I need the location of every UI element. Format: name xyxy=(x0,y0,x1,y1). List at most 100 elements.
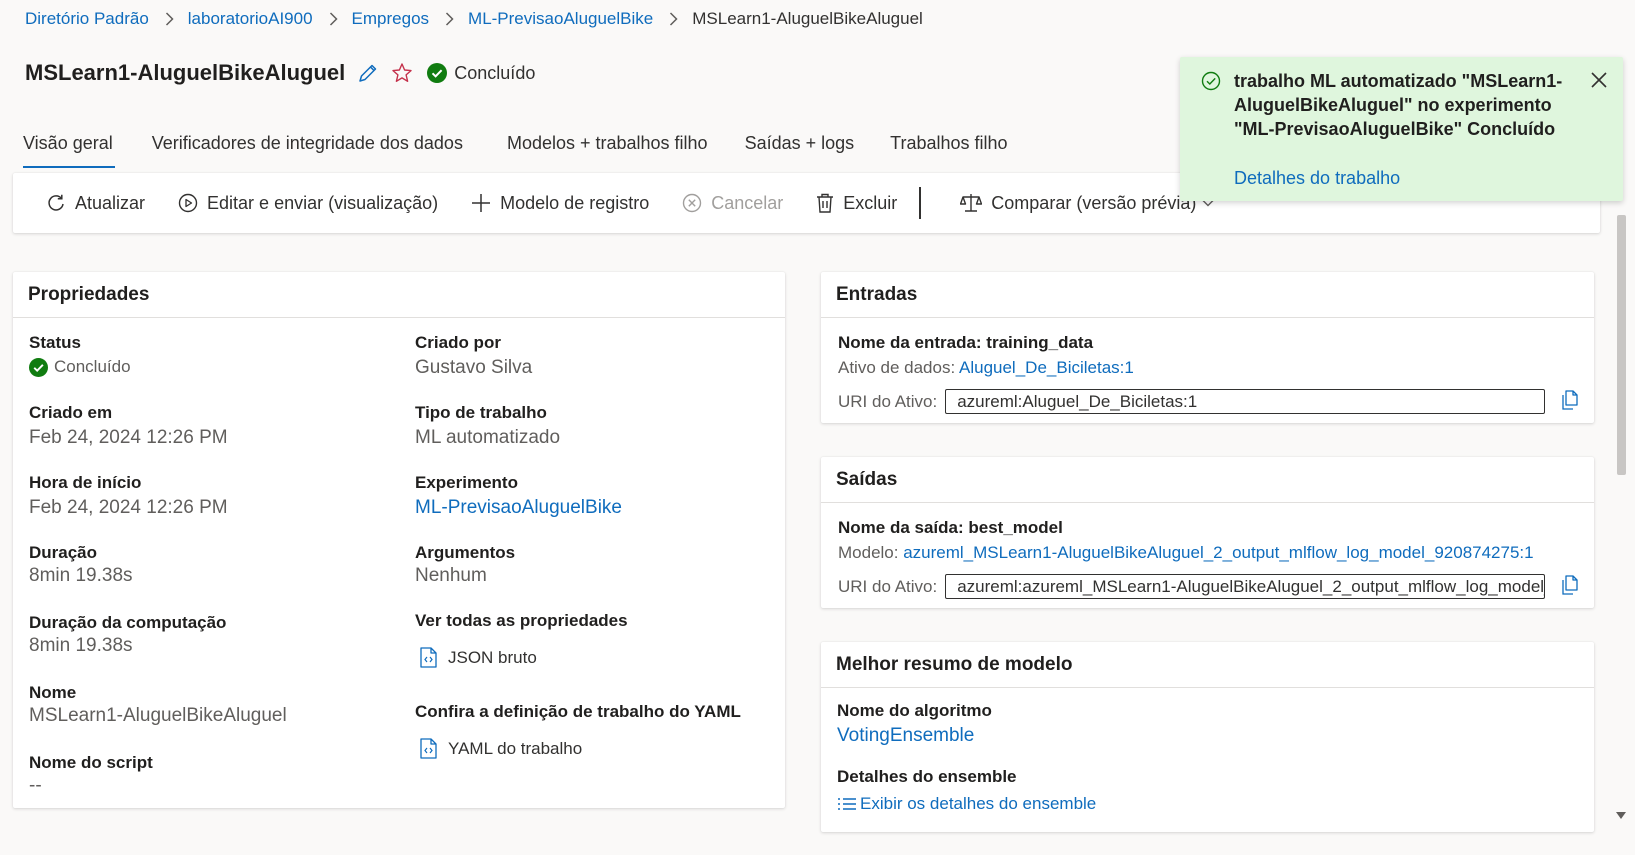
job-type-value: ML automatizado xyxy=(415,427,561,448)
edit-submit-button[interactable]: Editar e enviar (visualização) xyxy=(178,193,438,214)
breadcrumb: Diretório Padrão laboratorioAI900 Empreg… xyxy=(25,8,923,30)
trash-icon xyxy=(817,193,834,213)
start-time-label: Hora de início xyxy=(29,473,142,492)
job-yaml-link[interactable]: YAML do trabalho xyxy=(420,738,582,759)
outputs-header: Saídas xyxy=(821,457,1594,503)
page-title: MSLearn1-AluguelBikeAluguel xyxy=(25,60,346,85)
cancel-label: Cancelar xyxy=(711,192,784,213)
data-asset-label: Ativo de dados: xyxy=(838,358,956,377)
refresh-label: Atualizar xyxy=(75,192,146,213)
tab-overview[interactable]: Visão geral xyxy=(23,126,115,168)
output-name: Nome da saída: best_model xyxy=(838,518,1063,537)
name-value: MSLearn1-AluguelBikeAluguel xyxy=(29,705,287,726)
plus-icon xyxy=(472,194,491,212)
tab-outputs-logs[interactable]: Saídas + logs xyxy=(745,126,855,168)
start-time-value: Feb 24, 2024 12:26 PM xyxy=(29,497,228,518)
edit-pencil-icon[interactable] xyxy=(357,62,379,84)
refresh-icon xyxy=(48,194,64,211)
breadcrumb-item-current: MSLearn1-AluguelBikeAluguel xyxy=(692,9,923,28)
scale-icon xyxy=(960,194,983,212)
best-model-card: Melhor resumo de modelo Nome do algoritm… xyxy=(821,642,1594,832)
experiment-link[interactable]: ML-PrevisaoAluguelBike xyxy=(415,497,622,519)
scroll-down-arrow-icon[interactable] xyxy=(1613,808,1629,822)
model-label: Modelo: xyxy=(838,543,899,562)
uri-label: URI do Ativo: xyxy=(838,391,938,411)
yaml-definition-label: Confira a definição de trabalho do YAML xyxy=(415,702,741,721)
model-link[interactable]: azureml_MSLearn1-AluguelBikeAluguel_2_ou… xyxy=(903,543,1533,562)
created-by-value: Gustavo Silva xyxy=(415,357,533,378)
check-circle-icon xyxy=(427,63,448,83)
refresh-button[interactable]: Atualizar xyxy=(46,193,145,214)
tab-child-jobs[interactable]: Trabalhos filho xyxy=(890,126,1007,168)
breadcrumb-item-workspace[interactable]: laboratorioAI900 xyxy=(188,9,313,29)
created-on-value: Feb 24, 2024 12:26 PM xyxy=(29,427,228,448)
name-label: Nome xyxy=(29,683,77,702)
duration-label: Duração xyxy=(29,543,98,562)
copy-icon[interactable] xyxy=(1561,390,1578,415)
tab-bar: Visão geral Verificadores de integridade… xyxy=(23,126,1008,168)
chevron-right-icon xyxy=(329,12,338,26)
arguments-label: Argumentos xyxy=(415,543,516,562)
input-uri-field[interactable]: azureml:Aluguel_De_Biciletas:1 xyxy=(945,389,1546,414)
uri-label: URI do Ativo: xyxy=(838,576,938,596)
tab-models-child-jobs[interactable]: Modelos + trabalhos filho xyxy=(507,126,708,168)
breadcrumb-item-jobs[interactable]: Empregos xyxy=(352,9,429,29)
all-properties-label: Ver todas as propriedades xyxy=(415,611,628,630)
cancel-button[interactable]: Cancelar xyxy=(682,193,783,214)
output-uri-field[interactable]: azureml:azureml_MSLearn1-AluguelBikeAlug… xyxy=(945,574,1546,599)
algorithm-label: Nome do algoritmo xyxy=(837,701,992,720)
input-name: Nome da entrada: training_data xyxy=(838,333,1094,352)
raw-json-text: JSON bruto xyxy=(448,647,537,667)
toast-job-details-link[interactable]: Detalhes do trabalho xyxy=(1234,168,1400,189)
chevron-right-icon xyxy=(165,12,174,26)
list-icon xyxy=(838,798,856,810)
status-value-text: Concluído xyxy=(54,357,131,376)
breadcrumb-item-directory[interactable]: Diretório Padrão xyxy=(25,9,149,29)
delete-button[interactable]: Excluir xyxy=(816,193,897,214)
compute-duration-label: Duração da computação xyxy=(29,613,227,632)
breadcrumb-item-experiment[interactable]: ML-PrevisaoAluguelBike xyxy=(468,9,653,29)
code-file-icon xyxy=(420,647,437,668)
status-value: Concluído xyxy=(29,357,131,377)
scrollbar-thumb[interactable] xyxy=(1617,215,1626,475)
register-model-button[interactable]: Modelo de registro xyxy=(471,193,649,214)
ensemble-details-text: Exibir os detalhes do ensemble xyxy=(860,794,1097,813)
input-uri-row: URI do Ativo: azureml:Aluguel_De_Bicilet… xyxy=(838,389,1546,414)
best-model-header: Melhor resumo de modelo xyxy=(821,642,1594,688)
properties-header: Propriedades xyxy=(13,272,785,318)
status-label: Status xyxy=(29,333,81,352)
chevron-right-icon xyxy=(669,12,678,26)
ensemble-details-label: Detalhes do ensemble xyxy=(837,767,1017,786)
register-model-label: Modelo de registro xyxy=(500,192,650,213)
created-by-label: Criado por xyxy=(415,333,501,352)
raw-json-link[interactable]: JSON bruto xyxy=(420,647,537,668)
success-toast: trabalho ML automatizado "MSLearn1-Alugu… xyxy=(1180,57,1623,201)
toast-message: trabalho ML automatizado "MSLearn1-Alugu… xyxy=(1234,71,1563,139)
ensemble-details-link[interactable]: Exibir os detalhes do ensemble xyxy=(837,794,1096,814)
model-row: Modelo: azureml_MSLearn1-AluguelBikeAlug… xyxy=(838,543,1534,563)
tab-data-guardrails[interactable]: Verificadores de integridade dos dados xyxy=(152,126,463,168)
algorithm-link[interactable]: VotingEnsemble xyxy=(837,725,974,747)
arguments-value: Nenhum xyxy=(415,565,487,586)
job-type-label: Tipo de trabalho xyxy=(415,403,547,422)
inputs-card: Entradas Nome da entrada: training_data … xyxy=(821,272,1594,423)
play-circle-icon xyxy=(178,193,198,213)
properties-card: Propriedades Status Concluído Criado em … xyxy=(13,272,785,808)
copy-icon[interactable] xyxy=(1561,575,1578,600)
experiment-label: Experimento xyxy=(415,473,518,492)
title-row: MSLearn1-AluguelBikeAluguel Concluído xyxy=(25,58,535,88)
script-name-label: Nome do script xyxy=(29,753,153,772)
compute-duration-value: 8min 19.38s xyxy=(29,635,133,656)
check-circle-icon xyxy=(29,357,48,377)
favorite-star-icon[interactable] xyxy=(391,62,413,84)
chevron-right-icon xyxy=(445,12,454,26)
status-text: Concluído xyxy=(454,62,536,83)
duration-value: 8min 19.38s xyxy=(29,565,133,586)
status-badge: Concluído xyxy=(427,63,535,84)
data-asset-row: Ativo de dados: Aluguel_De_Biciletas:1 xyxy=(838,358,1134,378)
close-icon[interactable] xyxy=(1590,71,1608,94)
data-asset-link[interactable]: Aluguel_De_Biciletas:1 xyxy=(959,358,1134,377)
script-name-value: -- xyxy=(29,775,42,796)
created-on-label: Criado em xyxy=(29,403,113,422)
code-file-icon xyxy=(420,738,437,759)
